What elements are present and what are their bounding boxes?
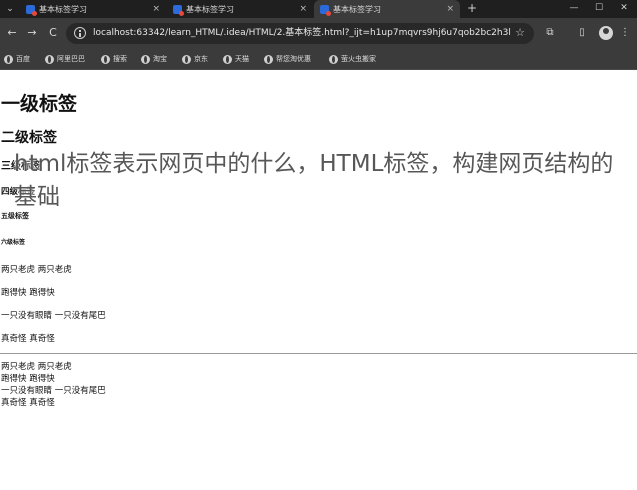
heading-6: 六级标签: [1, 239, 26, 246]
globe-icon: [264, 54, 273, 64]
bookmark-item[interactable]: 天猫: [223, 53, 249, 65]
tab-strip: ⌄ 基本标签学习 × 基本标签学习 × 基本标签学习 × + — ☐ ✕: [0, 0, 637, 18]
bookmark-item[interactable]: 阿里巴巴: [45, 53, 85, 65]
bookmark-item[interactable]: 萤火虫搬家: [329, 53, 376, 65]
heading-1: 一级标签: [1, 93, 78, 115]
globe-icon: [4, 54, 13, 64]
minimize-button[interactable]: —: [566, 1, 582, 15]
watermark-caption: html标签表示网页中的什么，HTML标签，构建网页结构的基础: [14, 151, 614, 210]
tab-close-icon[interactable]: ×: [446, 3, 454, 15]
bookmark-label: 百度: [16, 55, 30, 63]
bookmark-label: 京东: [194, 55, 208, 63]
url-text[interactable]: localhost:63342/learn_HTML/.idea/HTML/2.…: [93, 27, 511, 40]
plain-text-line: 跑得快 跑得快: [1, 374, 55, 384]
bookmark-item[interactable]: 帮您淘优惠: [264, 53, 311, 65]
globe-icon: [101, 54, 110, 64]
browser-menu-icon[interactable]: ⋮: [617, 25, 633, 41]
bookmark-item[interactable]: 搜索: [101, 53, 127, 65]
web-page-content: 一级标签 二级标签 三级标签 四级标签 五级标签 六级标签 两只老虎 两只老虎 …: [0, 71, 637, 490]
heading-2: 二级标签: [1, 130, 57, 146]
browser-toolbar: ← → C localhost:63342/learn_HTML/.idea/H…: [0, 18, 637, 48]
bookmark-label: 天猫: [235, 55, 249, 63]
tab-1[interactable]: 基本标签学习 ×: [20, 0, 166, 18]
bookmark-label: 搜索: [113, 55, 127, 63]
extensions-icon[interactable]: ⧉: [542, 25, 558, 41]
address-bar[interactable]: localhost:63342/learn_HTML/.idea/HTML/2.…: [66, 23, 534, 44]
bookmark-label: 淘宝: [153, 55, 167, 63]
bookmark-label: 萤火虫搬家: [341, 55, 376, 63]
plain-text-line: 一只没有眼睛 一只没有尾巴: [1, 386, 106, 396]
tab-close-icon[interactable]: ×: [299, 3, 307, 15]
plain-text-line: 真奇怪 真奇怪: [1, 398, 55, 408]
close-window-button[interactable]: ✕: [616, 1, 632, 15]
tab-title: 基本标签学习: [39, 4, 87, 14]
webstorm-favicon-icon: [26, 4, 37, 16]
plain-text-line: 两只老虎 两只老虎: [1, 362, 72, 372]
tab-close-icon[interactable]: ×: [152, 3, 160, 15]
webstorm-favicon-icon: [173, 4, 184, 16]
bookmarks-bar: 百度 阿里巴巴 搜索 淘宝 京东 天猫 帮您淘优惠 萤火虫搬家: [0, 48, 637, 70]
tab-2[interactable]: 基本标签学习 ×: [167, 0, 313, 18]
globe-icon: [182, 54, 191, 64]
new-tab-button[interactable]: +: [465, 1, 479, 15]
tab-search-icon[interactable]: ⌄: [3, 2, 17, 16]
site-info-icon[interactable]: [74, 27, 86, 39]
bookmark-item[interactable]: 京东: [182, 53, 208, 65]
globe-icon: [329, 54, 338, 64]
tab-title: 基本标签学习: [186, 4, 234, 14]
bookmark-label: 帮您淘优惠: [276, 55, 311, 63]
paragraph: 两只老虎 两只老虎: [1, 265, 72, 275]
globe-icon: [141, 54, 150, 64]
globe-icon: [223, 54, 232, 64]
forward-button[interactable]: →: [24, 25, 40, 41]
horizontal-rule: [0, 353, 637, 354]
bookmark-item[interactable]: 淘宝: [141, 53, 167, 65]
paragraph: 跑得快 跑得快: [1, 288, 55, 298]
globe-icon: [45, 54, 54, 64]
webstorm-favicon-icon: [320, 4, 331, 16]
maximize-button[interactable]: ☐: [591, 1, 607, 15]
bookmark-item[interactable]: 百度: [4, 53, 30, 65]
profile-avatar-icon[interactable]: [599, 26, 613, 40]
tab-title: 基本标签学习: [333, 4, 381, 14]
paragraph: 真奇怪 真奇怪: [1, 334, 55, 344]
back-button[interactable]: ←: [4, 25, 20, 41]
tab-3-active[interactable]: 基本标签学习 ×: [314, 0, 460, 18]
bookmark-star-icon[interactable]: ☆: [515, 26, 525, 40]
paragraph: 一只没有眼睛 一只没有尾巴: [1, 311, 106, 321]
side-panel-icon[interactable]: ▯: [574, 25, 590, 41]
reload-button[interactable]: C: [45, 25, 61, 41]
bookmark-label: 阿里巴巴: [57, 55, 85, 63]
